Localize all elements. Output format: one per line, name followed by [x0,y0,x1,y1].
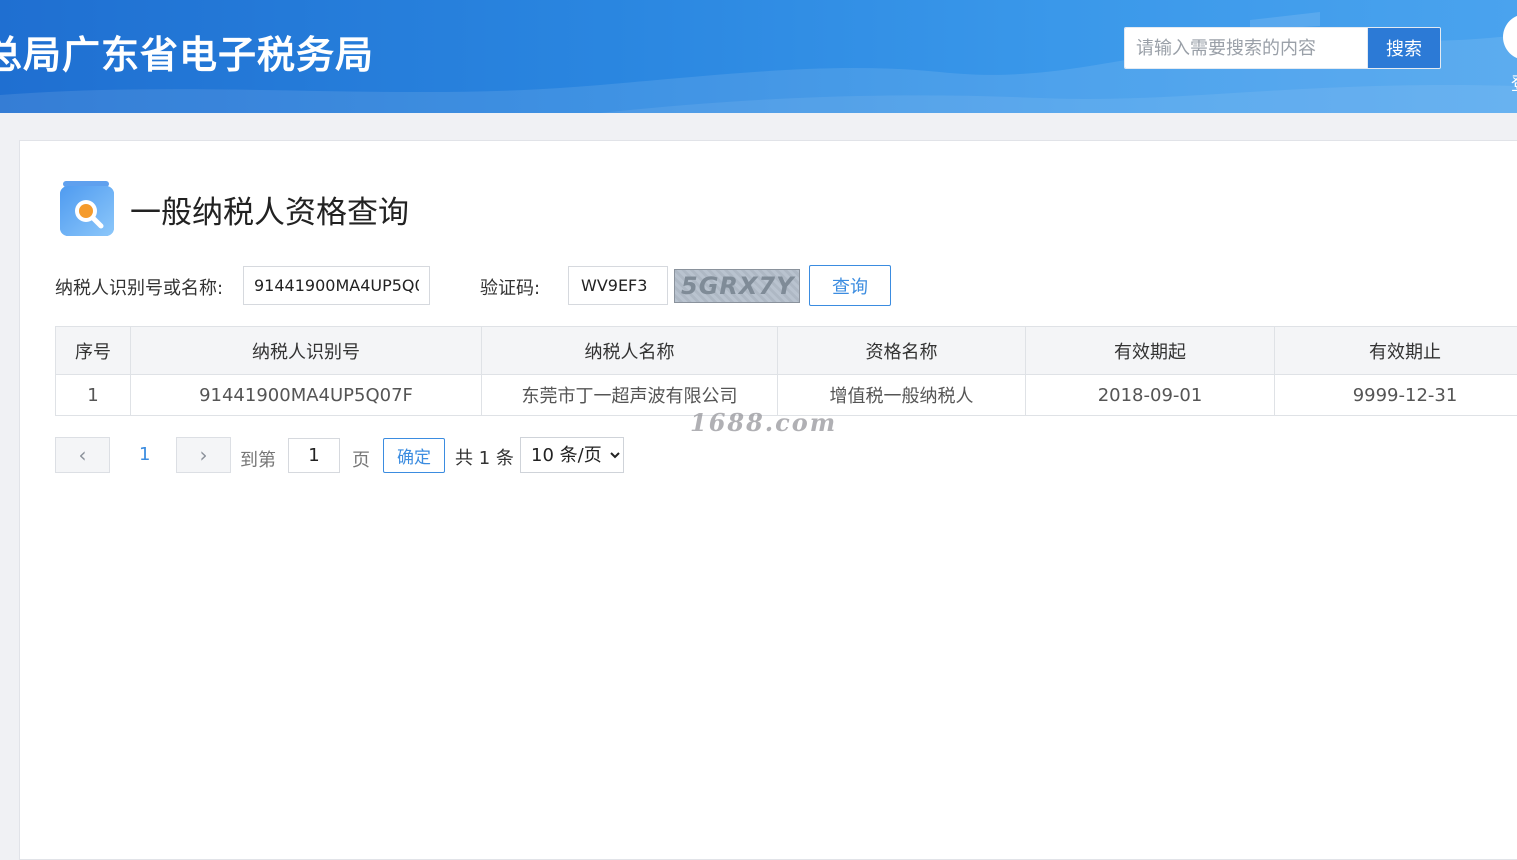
page-heading: 一般纳税人资格查询 [58,180,409,238]
next-page-button[interactable]: › [176,437,231,473]
query-form: 纳税人识别号或名称: 验证码: 5GRX7Y 查询 [55,265,935,305]
table-header-row: 序号 纳税人识别号 纳税人名称 资格名称 有效期起 有效期止 [56,327,1517,375]
captcha-image[interactable]: 5GRX7Y [674,269,800,303]
column-header-taxpayer-id: 纳税人识别号 [131,327,482,375]
prev-page-button[interactable]: ‹ [55,437,110,473]
taxpayer-label: 纳税人识别号或名称: [55,274,223,300]
column-header-qualification: 资格名称 [778,327,1026,375]
chevron-left-icon: ‹ [79,443,87,467]
column-header-taxpayer-name: 纳税人名称 [482,327,778,375]
goto-confirm-button[interactable]: 确定 [383,438,445,473]
search-input[interactable] [1125,28,1367,68]
results-table: 序号 纳税人识别号 纳税人名称 资格名称 有效期起 有效期止 1 9144190… [55,326,1517,416]
watermark: 1688.com [690,408,837,437]
search-button[interactable]: 搜索 [1367,28,1440,68]
query-document-icon [58,180,116,238]
content-panel [19,140,1517,860]
cell-valid-from: 2018-09-01 [1026,375,1275,416]
taxpayer-id-input[interactable] [243,266,430,305]
page-number-current[interactable]: 1 [139,444,150,465]
cell-index: 1 [56,375,131,416]
page-size-select[interactable]: 10 条/页 [520,437,624,473]
total-count: 共 1 条 [455,444,514,470]
column-header-valid-from: 有效期起 [1026,327,1275,375]
captcha-label: 验证码: [480,274,540,300]
column-header-valid-to: 有效期止 [1275,327,1517,375]
chevron-right-icon: › [200,443,208,467]
cell-taxpayer-id: 91441900MA4UP5Q07F [131,375,482,416]
page-unit-label: 页 [352,446,370,472]
captcha-image-text: 5GRX7Y [681,272,794,300]
column-header-index: 序号 [56,327,131,375]
cell-valid-to: 9999-12-31 [1275,375,1517,416]
site-header: 总局广东省电子税务局 搜索 登 [0,0,1517,113]
goto-label: 到第 [240,446,276,472]
query-button[interactable]: 查询 [809,265,891,306]
header-search: 搜索 [1124,27,1441,69]
page-title: 一般纳税人资格查询 [130,187,409,232]
goto-page-input[interactable] [288,438,340,473]
captcha-input[interactable] [568,266,668,305]
site-title: 总局广东省电子税务局 [0,24,374,79]
login-link[interactable]: 登 [1511,70,1517,96]
